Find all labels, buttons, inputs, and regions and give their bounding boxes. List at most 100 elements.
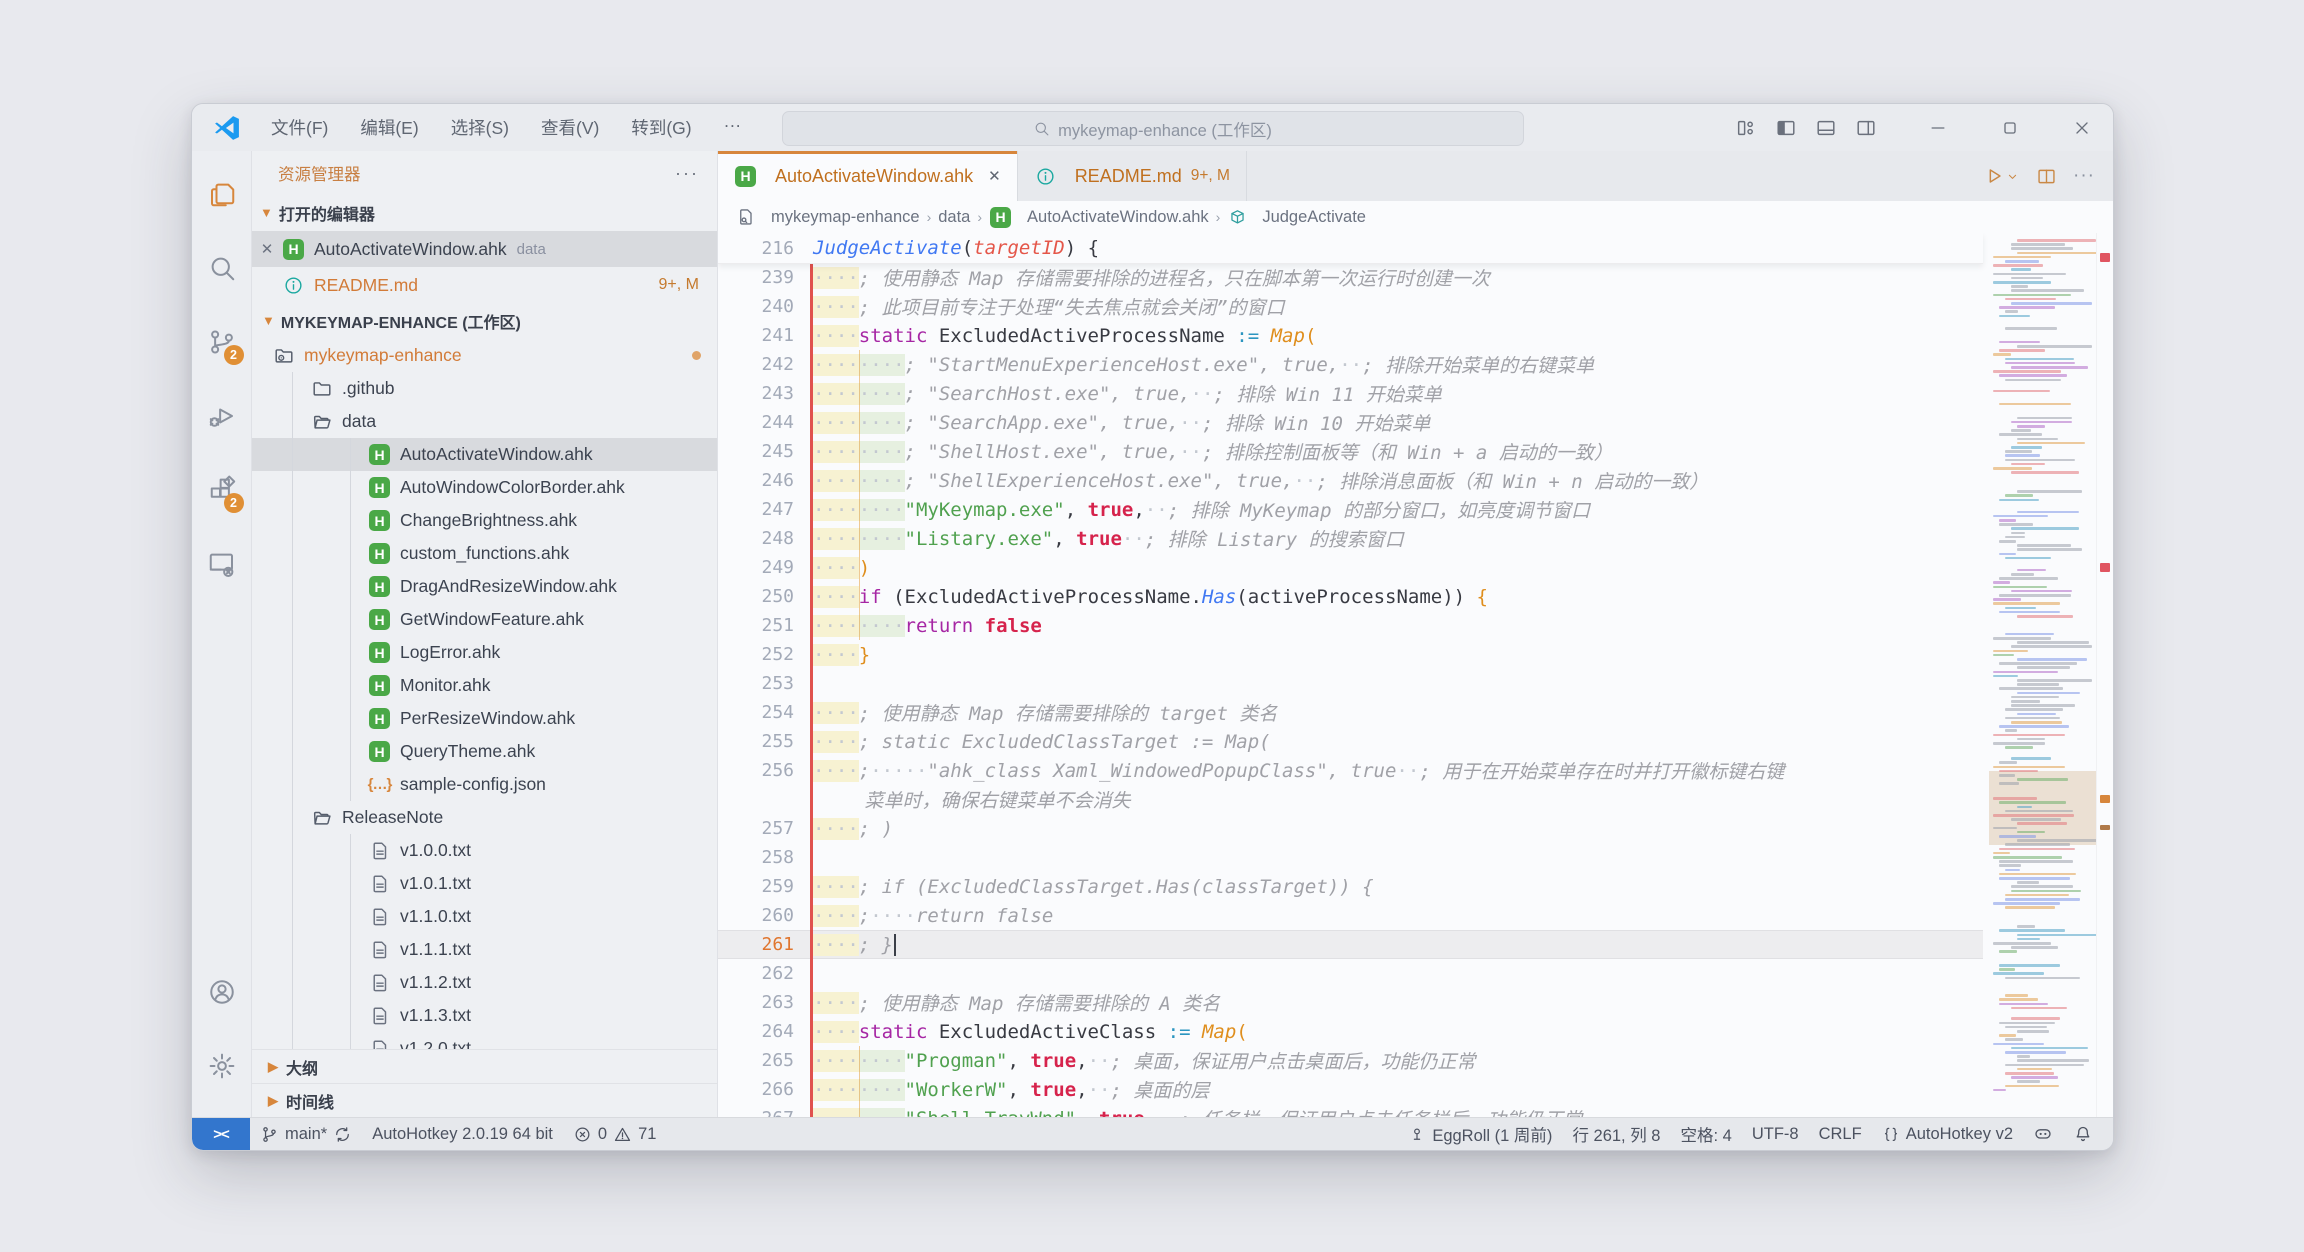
code-line-244[interactable]: 244········; "SearchApp.exe", true,··; 排… bbox=[718, 408, 1983, 437]
tree-item-v1.1.1.txt[interactable]: v1.1.1.txt bbox=[252, 933, 717, 966]
code-line-267[interactable]: 267········"Shell_TrayWnd", true,··; 任务栏… bbox=[718, 1104, 1983, 1117]
code-line-253[interactable]: 253 bbox=[718, 669, 1983, 698]
code-line-239[interactable]: 239····; 使用静态 Map 存储需要排除的进程名，只在脚本第一次运行时创… bbox=[718, 263, 1983, 292]
status-eol[interactable]: CRLF bbox=[1809, 1118, 1872, 1150]
code-line-242[interactable]: 242········; "StartMenuExperienceHost.ex… bbox=[718, 350, 1983, 379]
workspace-header[interactable]: ▼ MYKEYMAP-ENHANCE (工作区) bbox=[252, 303, 717, 339]
status-copilot[interactable] bbox=[2023, 1118, 2063, 1150]
tree-item-mykeymap-enhance[interactable]: mykeymap-enhance bbox=[252, 339, 717, 372]
status-encoding[interactable]: UTF-8 bbox=[1742, 1118, 1809, 1150]
menu-item-3[interactable]: 查看(V) bbox=[528, 111, 612, 144]
more-actions-icon[interactable]: ··· bbox=[2073, 165, 2095, 187]
code-editor[interactable]: 216JudgeActivate(targetID) { 239····; 使用… bbox=[718, 233, 2113, 1117]
code-line-241[interactable]: 241····static ExcludedActiveProcessName … bbox=[718, 321, 1983, 350]
code-line-264[interactable]: 264····static ExcludedActiveClass := Map… bbox=[718, 1017, 1983, 1046]
tree-item-v1.1.0.txt[interactable]: v1.1.0.txt bbox=[252, 900, 717, 933]
menu-item-4[interactable]: 转到(G) bbox=[618, 111, 704, 144]
toggle-panel-icon[interactable] bbox=[1809, 113, 1843, 143]
tree-item-QueryTheme.ahk[interactable]: HQueryTheme.ahk bbox=[252, 735, 717, 768]
breadcrumb-item-AutoActivateWindow.ahk[interactable]: HAutoActivateWindow.ahk bbox=[989, 206, 1209, 229]
activitybar-explorer[interactable] bbox=[198, 163, 246, 225]
code-line-262[interactable]: 262 bbox=[718, 959, 1983, 988]
status-language-mode[interactable]: AutoHotkey v2 bbox=[1872, 1118, 2023, 1150]
code-line-259[interactable]: 259····; if (ExcludedClassTarget.Has(cla… bbox=[718, 872, 1983, 901]
activitybar-run-and-debug[interactable] bbox=[198, 385, 246, 447]
code-line-257[interactable]: 257····; ) bbox=[718, 814, 1983, 843]
toggle-secondary-sidebar-icon[interactable] bbox=[1849, 113, 1883, 143]
activitybar-account[interactable] bbox=[198, 961, 246, 1023]
tree-item-GetWindowFeature.ahk[interactable]: HGetWindowFeature.ahk bbox=[252, 603, 717, 636]
code-line-245[interactable]: 245········; "ShellHost.exe", true,··; 排… bbox=[718, 437, 1983, 466]
menu-item-1[interactable]: 编辑(E) bbox=[347, 111, 431, 144]
tree-item-ReleaseNote[interactable]: ReleaseNote bbox=[252, 801, 717, 834]
status-remote-indicator[interactable]: >< bbox=[192, 1118, 250, 1150]
status-interpreter-version[interactable]: AutoHotkey 2.0.19 64 bit bbox=[362, 1118, 563, 1150]
close-icon[interactable]: ✕ bbox=[988, 167, 1001, 185]
open-editor-README.md[interactable]: README.md9+, M bbox=[252, 267, 717, 303]
outline-section[interactable]: ▶ 大纲 bbox=[252, 1049, 717, 1083]
tab-AutoActivateWindow.ahk[interactable]: HAutoActivateWindow.ahk✕ bbox=[718, 151, 1018, 201]
activitybar-source-control[interactable]: 2 bbox=[198, 311, 246, 373]
open-editor-AutoActivateWindow.ahk[interactable]: ✕HAutoActivateWindow.ahkdata bbox=[252, 231, 717, 267]
menu-item-0[interactable]: 文件(F) bbox=[258, 111, 341, 144]
code-line-254[interactable]: 254····; 使用静态 Map 存储需要排除的 target 类名 bbox=[718, 698, 1983, 727]
open-editors-header[interactable]: ▼ 打开的编辑器 bbox=[252, 195, 717, 231]
split-editor-button[interactable] bbox=[2036, 166, 2057, 187]
status-problems[interactable]: 071 bbox=[563, 1118, 667, 1150]
minimize-button[interactable] bbox=[1921, 113, 1955, 143]
status-notifications[interactable] bbox=[2063, 1118, 2103, 1150]
code-line-250[interactable]: 250····if (ExcludedActiveProcessName.Has… bbox=[718, 582, 1983, 611]
customize-layout-icon[interactable] bbox=[1729, 113, 1763, 143]
activitybar-remote-explorer[interactable] bbox=[198, 533, 246, 595]
code-line-265[interactable]: 265········"Progman", true,··; 桌面，保证用户点击… bbox=[718, 1046, 1983, 1075]
code-line-260[interactable]: 260····;····return false bbox=[718, 901, 1983, 930]
tree-item-AutoWindowColorBorder.ahk[interactable]: HAutoWindowColorBorder.ahk bbox=[252, 471, 717, 504]
tree-item-v1.1.3.txt[interactable]: v1.1.3.txt bbox=[252, 999, 717, 1032]
tree-item-v1.0.0.txt[interactable]: v1.0.0.txt bbox=[252, 834, 717, 867]
toggle-primary-sidebar-icon[interactable] bbox=[1769, 113, 1803, 143]
status-cursor-position[interactable]: 行 261, 列 8 bbox=[1562, 1118, 1670, 1150]
code-line-248[interactable]: 248········"Listary.exe", true··; 排除 Lis… bbox=[718, 524, 1983, 553]
run-button[interactable] bbox=[1983, 165, 2020, 187]
tree-item-v1.2.0.txt[interactable]: v1.2.0.txt bbox=[252, 1032, 717, 1049]
status-indentation[interactable]: 空格: 4 bbox=[1670, 1118, 1741, 1150]
code-line-263[interactable]: 263····; 使用静态 Map 存储需要排除的 A 类名 bbox=[718, 988, 1983, 1017]
tree-item-custom_functions.ahk[interactable]: Hcustom_functions.ahk bbox=[252, 537, 717, 570]
code-line-249[interactable]: 249····) bbox=[718, 553, 1983, 582]
code-line-251[interactable]: 251········return false bbox=[718, 611, 1983, 640]
menu-item-2[interactable]: 选择(S) bbox=[438, 111, 522, 144]
code-line-246[interactable]: 246········; "ShellExperienceHost.exe", … bbox=[718, 466, 1983, 495]
sticky-line-216[interactable]: 216JudgeActivate(targetID) { bbox=[718, 234, 1099, 263]
code-line-266[interactable]: 266········"WorkerW", true,··; 桌面的层 bbox=[718, 1075, 1983, 1104]
tree-item-sample-config.json[interactable]: {…}sample-config.json bbox=[252, 768, 717, 801]
timeline-section[interactable]: ▶ 时间线 bbox=[252, 1083, 717, 1117]
status-git-blame[interactable]: EggRoll (1 周前) bbox=[1398, 1118, 1562, 1150]
tree-item-AutoActivateWindow.ahk[interactable]: HAutoActivateWindow.ahk bbox=[252, 438, 717, 471]
tree-item-PerResizeWindow.ahk[interactable]: HPerResizeWindow.ahk bbox=[252, 702, 717, 735]
minimap[interactable] bbox=[1989, 233, 2097, 1117]
code-line-wrap[interactable]: 菜单时，确保右键菜单不会消失 bbox=[718, 785, 1983, 814]
tree-item-ChangeBrightness.ahk[interactable]: HChangeBrightness.ahk bbox=[252, 504, 717, 537]
tree-item-DragAndResizeWindow.ahk[interactable]: HDragAndResizeWindow.ahk bbox=[252, 570, 717, 603]
status-git-branch[interactable]: main* bbox=[250, 1118, 362, 1150]
activitybar-search[interactable] bbox=[198, 237, 246, 299]
close-icon[interactable]: ✕ bbox=[252, 240, 282, 258]
menu-item-5[interactable]: ··· bbox=[711, 111, 754, 144]
code-line-256[interactable]: 256····;·····"ahk_class Xaml_WindowedPop… bbox=[718, 756, 1983, 785]
maximize-button[interactable] bbox=[1993, 113, 2027, 143]
code-line-261[interactable]: 261····; } bbox=[718, 930, 1983, 959]
breadcrumb-item-JudgeActivate[interactable]: JudgeActivate bbox=[1227, 206, 1366, 229]
tree-item-Monitor.ahk[interactable]: HMonitor.ahk bbox=[252, 669, 717, 702]
command-center-search[interactable]: mykeymap-enhance (工作区) bbox=[782, 111, 1524, 146]
tree-item-v1.1.2.txt[interactable]: v1.1.2.txt bbox=[252, 966, 717, 999]
activitybar-extensions[interactable]: 2 bbox=[198, 459, 246, 521]
sidebar-more-icon[interactable]: ··· bbox=[675, 163, 699, 184]
sticky-scroll-line[interactable]: 216JudgeActivate(targetID) { bbox=[718, 233, 1983, 264]
tree-item-v1.0.1.txt[interactable]: v1.0.1.txt bbox=[252, 867, 717, 900]
breadcrumb-item-data[interactable]: data bbox=[938, 208, 970, 227]
tab-README.md[interactable]: README.md9+, M bbox=[1018, 151, 1247, 201]
activitybar-settings[interactable] bbox=[198, 1035, 246, 1097]
overview-ruler[interactable] bbox=[2096, 233, 2113, 1117]
breadcrumb-item-mykeymap-enhance[interactable]: mykeymap-enhance bbox=[736, 206, 920, 229]
code-line-243[interactable]: 243········; "SearchHost.exe", true,··; … bbox=[718, 379, 1983, 408]
